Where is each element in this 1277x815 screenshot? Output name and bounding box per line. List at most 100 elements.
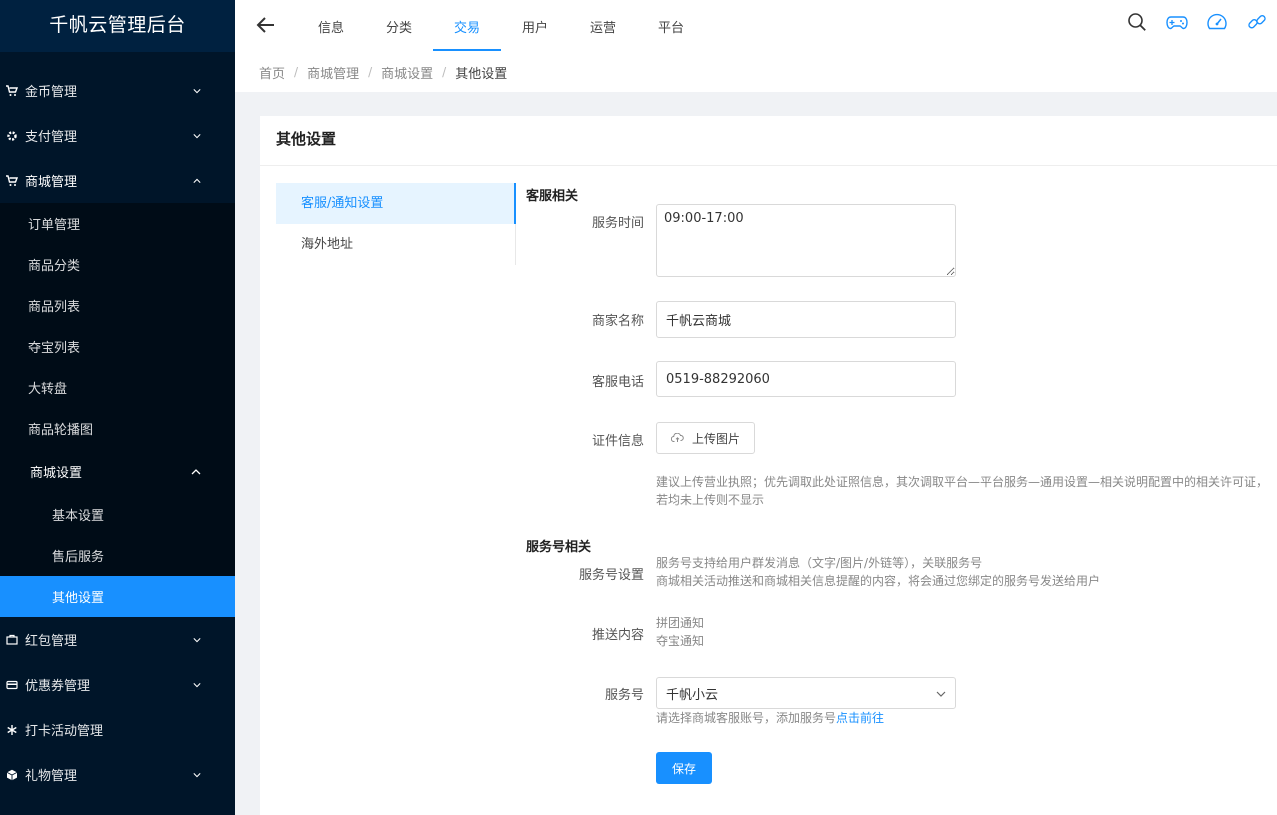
chevron-down-icon: [193, 636, 201, 644]
tab-trade[interactable]: 交易: [433, 0, 501, 52]
service-account-desc-line: 商城相关活动推送和商城相关信息提醒的内容，将会通过您绑定的服务号发送给用户: [656, 574, 1101, 588]
settings-card: 其他设置 客服/通知设置 海外地址 客服相关 服务时间 09:00-17:00 …: [260, 116, 1277, 815]
cart-icon: [5, 174, 19, 188]
chevron-down-icon: [936, 686, 946, 701]
cloud-upload-icon: [671, 433, 684, 443]
sidebar: 千帆云管理后台 金币管理 支付管理 商城管理 订单管理 商品分类 商品列表 夺宝…: [0, 0, 235, 815]
cert-hint-line: 若均未上传则不显示: [656, 493, 765, 507]
service-time-textarea[interactable]: 09:00-17:00: [656, 204, 956, 277]
cert-label: 证件信息: [591, 434, 644, 449]
tab-users[interactable]: 用户: [501, 0, 569, 52]
top-nav-tabs: 信息 分类 交易 用户 运营 平台: [297, 0, 705, 52]
goto-link[interactable]: 点击前往: [836, 711, 884, 725]
service-account-desc: 服务号支持给用户群发消息（文字/图片/外链等），关联服务号 商城相关活动推送和商…: [656, 554, 1256, 590]
merchant-name-label: 商家名称: [591, 314, 644, 329]
sidebar-subitem-orders[interactable]: 订单管理: [0, 203, 235, 244]
upload-button-label: 上传图片: [692, 431, 741, 446]
vtab-overseas-address[interactable]: 海外地址: [276, 224, 515, 265]
sidebar-subitem-wheel[interactable]: 大转盘: [0, 367, 235, 408]
cube-icon: [5, 768, 19, 782]
asterisk-icon: [5, 723, 19, 737]
sidebar-item-coins[interactable]: 金币管理: [0, 68, 235, 113]
sidebar-item-gifts[interactable]: 礼物管理: [0, 752, 235, 797]
tab-category[interactable]: 分类: [365, 0, 433, 52]
sidebar-item-coupons[interactable]: 优惠券管理: [0, 662, 235, 707]
tab-operations[interactable]: 运营: [569, 0, 637, 52]
sidebar-subitem-other-settings[interactable]: 其他设置: [0, 576, 235, 617]
merchant-name-input[interactable]: [656, 301, 956, 338]
push-item: 夺宝通知: [656, 634, 705, 648]
sidebar-subitem-basic-settings[interactable]: 基本设置: [0, 494, 235, 535]
mall-submenu: 订单管理 商品分类 商品列表 夺宝列表 大转盘 商品轮播图 商城设置 基本设置 …: [0, 203, 235, 617]
chevron-down-icon: [193, 87, 201, 95]
vtab-service-notify[interactable]: 客服/通知设置: [276, 183, 516, 224]
sidebar-item-label: 礼物管理: [25, 769, 78, 784]
sidebar-subitem-treasure[interactable]: 夺宝列表: [0, 326, 235, 367]
gear-icon: [5, 129, 19, 143]
push-content-label: 推送内容: [591, 628, 644, 643]
calendar-icon: [5, 633, 19, 647]
app-title: 千帆云管理后台: [0, 0, 235, 52]
service-account-selected: 千帆小云: [666, 687, 719, 703]
sidebar-subitem-categories[interactable]: 商品分类: [0, 244, 235, 285]
section-title-customer-service: 客服相关: [526, 189, 579, 204]
top-header: 信息 分类 交易 用户 运营 平台: [235, 0, 1277, 52]
sidebar-menu: 金币管理 支付管理 商城管理 订单管理 商品分类 商品列表 夺宝列表 大转盘 商…: [0, 68, 235, 797]
chevron-down-icon: [193, 771, 201, 779]
sidebar-item-checkin[interactable]: 打卡活动管理: [0, 707, 235, 752]
chevron-up-icon: [191, 464, 201, 479]
back-arrow-icon[interactable]: [255, 14, 277, 36]
section-title-service-account: 服务号相关: [526, 540, 592, 555]
service-account-select[interactable]: 千帆小云: [656, 677, 956, 709]
dashboard-icon[interactable]: [1197, 10, 1237, 34]
sidebar-subitem-carousel[interactable]: 商品轮播图: [0, 408, 235, 449]
tab-platform[interactable]: 平台: [637, 0, 705, 52]
chevron-down-icon: [193, 132, 201, 140]
breadcrumb-current: 其他设置: [455, 66, 508, 82]
page-title: 其他设置: [260, 116, 1277, 166]
push-content-list: 拼团通知 夺宝通知: [656, 614, 704, 650]
upload-image-button[interactable]: 上传图片: [656, 422, 756, 454]
settings-vertical-tabs: 客服/通知设置 海外地址: [276, 183, 516, 265]
sidebar-subgroup-label: 商城设置: [30, 466, 83, 481]
sidebar-subgroup-mall-settings[interactable]: 商城设置: [0, 449, 235, 494]
breadcrumb-separator: /: [294, 65, 299, 79]
sidebar-item-label: 打卡活动管理: [25, 724, 104, 739]
cert-hint-line: 建议上传营业执照；优先调取此处证照信息，其次调取平台—平台服务—通用设置—相关说…: [656, 475, 1269, 489]
search-icon[interactable]: [1117, 10, 1157, 34]
breadcrumb-mall-settings[interactable]: 商城设置: [381, 63, 433, 82]
header-icons: [1117, 10, 1277, 34]
service-account-label: 服务号: [604, 688, 644, 703]
sidebar-item-payment[interactable]: 支付管理: [0, 113, 235, 158]
cert-hint: 建议上传营业执照；优先调取此处证照信息，其次调取平台—平台服务—通用设置—相关说…: [656, 473, 1271, 509]
chevron-down-icon: [193, 681, 201, 689]
link-icon[interactable]: [1237, 10, 1277, 34]
card-icon: [5, 678, 19, 692]
service-account-desc-line: 服务号支持给用户群发消息（文字/图片/外链等），关联服务号: [656, 556, 983, 570]
chevron-up-icon: [193, 177, 201, 185]
cart-icon: [5, 84, 19, 98]
sidebar-subitem-after-sales[interactable]: 售后服务: [0, 535, 235, 576]
sidebar-item-label: 红包管理: [25, 634, 78, 649]
service-account-hint-text: 请选择商城客服账号，添加服务号: [656, 711, 837, 725]
save-button[interactable]: 保存: [656, 752, 712, 784]
phone-input[interactable]: [656, 361, 956, 397]
tab-info[interactable]: 信息: [297, 0, 365, 52]
sidebar-item-red-packet[interactable]: 红包管理: [0, 617, 235, 662]
breadcrumb: 首页 / 商城管理 / 商城设置 / 其他设置: [235, 52, 1277, 92]
service-account-hint: 请选择商城客服账号，添加服务号点击前往: [656, 709, 884, 727]
service-time-label: 服务时间: [591, 216, 644, 231]
sidebar-subitem-products[interactable]: 商品列表: [0, 285, 235, 326]
push-item: 拼团通知: [656, 616, 705, 630]
sidebar-item-label: 金币管理: [25, 85, 78, 100]
breadcrumb-separator: /: [368, 65, 373, 79]
sidebar-item-label: 支付管理: [25, 130, 78, 145]
sidebar-item-mall[interactable]: 商城管理: [0, 158, 235, 203]
gamepad-icon[interactable]: [1157, 10, 1197, 34]
breadcrumb-home[interactable]: 首页: [259, 63, 285, 82]
breadcrumb-separator: /: [442, 65, 447, 79]
sidebar-item-label: 优惠券管理: [25, 679, 91, 694]
sidebar-item-label: 商城管理: [25, 175, 78, 190]
breadcrumb-mall-management[interactable]: 商城管理: [307, 63, 359, 82]
phone-label: 客服电话: [591, 375, 644, 390]
